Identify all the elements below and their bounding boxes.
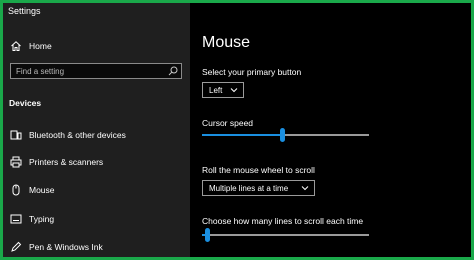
home-icon <box>11 41 21 51</box>
primary-button-label: Select your primary button <box>202 67 302 77</box>
primary-button-value: Left <box>209 86 223 95</box>
sidebar-item-bluetooth[interactable]: Bluetooth & other devices <box>3 126 190 146</box>
sidebar-item-label: Home <box>29 41 52 51</box>
sidebar-item-typing[interactable]: Typing <box>3 210 190 230</box>
sidebar-item-printers[interactable]: Printers & scanners <box>3 153 190 173</box>
page-title: Mouse <box>202 34 251 51</box>
scroll-label: Roll the mouse wheel to scroll <box>202 165 315 175</box>
chevron-down-icon <box>230 88 238 93</box>
settings-window: Settings Home Devices Bluetooth & other … <box>3 3 471 257</box>
search-input[interactable] <box>16 65 164 77</box>
sidebar-item-pen[interactable]: Pen & Windows Ink <box>3 238 190 257</box>
printer-icon <box>10 156 22 168</box>
section-title: Devices <box>9 98 42 108</box>
cursor-speed-slider[interactable] <box>202 128 369 142</box>
bluetooth-devices-icon <box>10 130 22 140</box>
sidebar-item-home[interactable]: Home <box>3 37 190 57</box>
title-bar: Settings <box>3 3 190 21</box>
scroll-value: Multiple lines at a time <box>209 184 289 193</box>
scroll-dropdown[interactable]: Multiple lines at a time <box>202 180 315 196</box>
lines-label: Choose how many lines to scroll each tim… <box>202 216 364 226</box>
lines-slider[interactable] <box>202 228 369 242</box>
cursor-speed-label: Cursor speed <box>202 118 254 128</box>
slider-track <box>202 234 369 236</box>
primary-button-dropdown[interactable]: Left <box>202 82 244 98</box>
slider-thumb[interactable] <box>205 228 210 242</box>
sidebar-item-label: Pen & Windows Ink <box>29 242 103 252</box>
sidebar-item-label: Bluetooth & other devices <box>29 130 126 140</box>
main-content: Mouse Select your primary button Left Cu… <box>190 3 471 257</box>
sidebar-item-mouse[interactable]: Mouse <box>3 181 190 201</box>
search-icon[interactable] <box>168 66 178 76</box>
pen-icon <box>11 241 22 252</box>
sidebar-item-label: Printers & scanners <box>29 157 104 167</box>
sidebar: Settings Home Devices Bluetooth & other … <box>3 3 190 257</box>
chevron-down-icon <box>301 186 309 191</box>
slider-thumb[interactable] <box>280 128 286 142</box>
slider-fill <box>202 134 283 136</box>
sidebar-item-label: Mouse <box>29 185 55 195</box>
search-box[interactable] <box>10 63 182 79</box>
sidebar-item-label: Typing <box>29 214 55 224</box>
window-title: Settings <box>8 6 41 16</box>
keyboard-icon <box>10 214 22 224</box>
mouse-icon <box>12 184 20 196</box>
